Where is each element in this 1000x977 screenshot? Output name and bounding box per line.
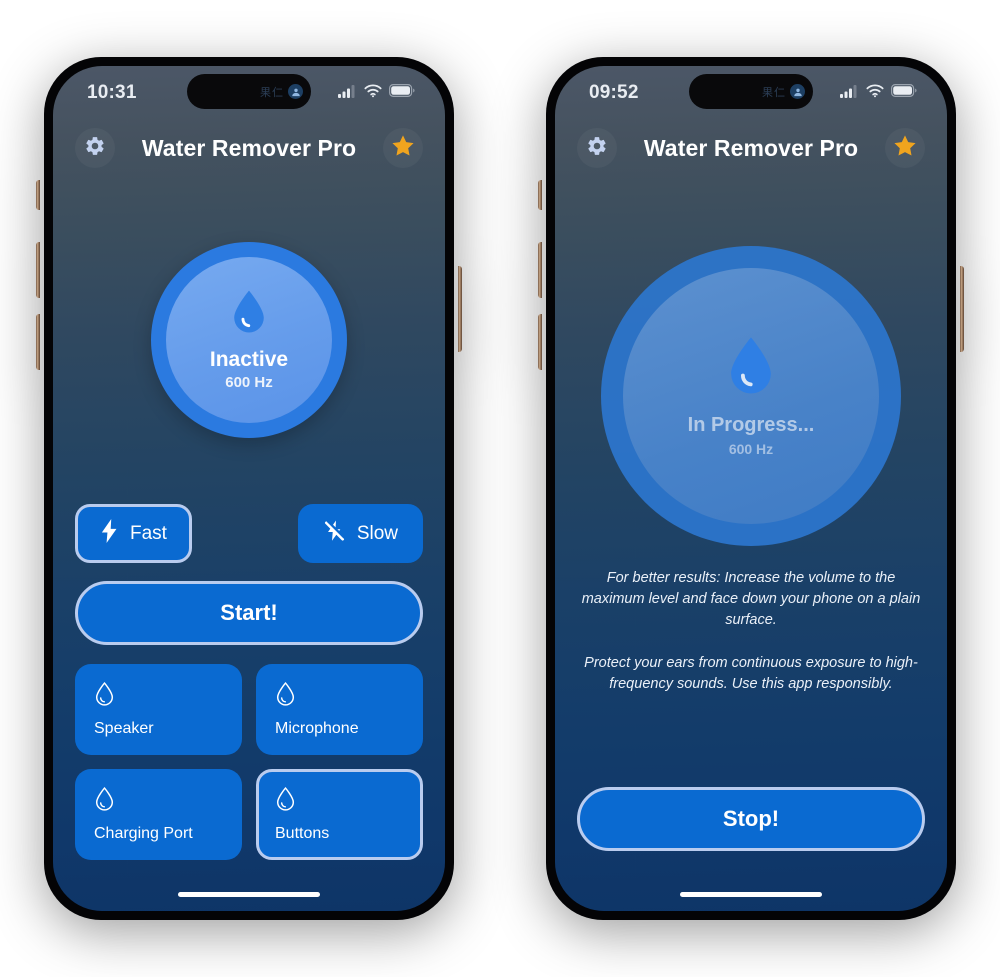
wifi-icon <box>866 84 884 103</box>
speed-selector: Fast Slow <box>75 504 423 563</box>
battery-icon <box>891 84 917 102</box>
status-bar: 09:52 果仁 <box>555 66 947 120</box>
home-indicator-area <box>53 877 445 911</box>
dial-status-label: Inactive <box>209 348 289 371</box>
star-icon <box>390 133 416 164</box>
volume-up-button[interactable] <box>538 242 542 298</box>
speed-option-fast[interactable]: Fast <box>75 504 192 563</box>
screen-idle: 10:31 果仁 Water Remover Pro Inactive 600 … <box>53 66 445 911</box>
power-button[interactable] <box>960 266 964 352</box>
dynamic-island-avatar-icon <box>790 84 805 99</box>
water-droplet-outline-icon <box>94 681 223 712</box>
star-icon <box>892 133 918 164</box>
instruction-notes: For better results: Increase the volume … <box>577 568 925 695</box>
phone-idle: 10:31 果仁 Water Remover Pro Inactive 600 … <box>36 52 462 925</box>
dial-status-label: In Progress... <box>687 414 815 436</box>
power-dial[interactable]: In Progress... 600 Hz <box>601 246 901 546</box>
start-button[interactable]: Start! <box>75 581 423 645</box>
settings-button[interactable] <box>577 128 617 168</box>
power-dial-face: In Progress... 600 Hz <box>623 268 879 524</box>
dynamic-island[interactable]: 果仁 <box>689 74 813 109</box>
screenshot-stage: 10:31 果仁 Water Remover Pro Inactive 600 … <box>0 0 1000 977</box>
silent-switch[interactable] <box>538 180 542 210</box>
power-dial[interactable]: Inactive 600 Hz <box>151 242 347 438</box>
wifi-icon <box>364 84 382 103</box>
gear-icon <box>586 135 608 162</box>
settings-button[interactable] <box>75 128 115 168</box>
start-button-label: Start! <box>220 600 278 625</box>
note-better-results: For better results: Increase the volume … <box>581 570 921 629</box>
water-droplet-icon <box>726 335 776 402</box>
volume-down-button[interactable] <box>36 314 40 370</box>
home-indicator-area <box>555 877 947 911</box>
app-header: Water Remover Pro <box>555 120 947 176</box>
bolt-icon <box>100 518 119 549</box>
app-header: Water Remover Pro <box>53 120 445 176</box>
tile-buttons-label: Buttons <box>275 825 330 842</box>
tile-microphone-label: Microphone <box>275 720 359 737</box>
tile-speaker-label: Speaker <box>94 720 154 737</box>
screen-active: 09:52 果仁 Water Remover Pro In Progress..… <box>555 66 947 911</box>
water-droplet-outline-icon <box>275 786 404 817</box>
status-indicators <box>338 84 415 103</box>
tile-buttons[interactable]: Buttons <box>256 769 423 860</box>
cellular-signal-icon <box>338 84 357 103</box>
speed-option-slow[interactable]: Slow <box>297 504 423 563</box>
speed-option-fast-label: Fast <box>130 522 167 544</box>
dial-frequency-label: 600 Hz <box>728 441 774 457</box>
tile-charging-port-label: Charging Port <box>94 825 193 842</box>
home-indicator[interactable] <box>178 891 320 897</box>
dial-frequency-label: 600 Hz <box>225 374 273 391</box>
power-button[interactable] <box>458 266 462 352</box>
status-clock: 10:31 <box>87 82 137 103</box>
bolt-slash-icon <box>323 519 346 549</box>
stop-button[interactable]: Stop! <box>577 787 925 851</box>
phone-bezel: 09:52 果仁 Water Remover Pro In Progress..… <box>546 57 956 920</box>
screen-body-idle: Inactive 600 Hz Fast Slow Start! Speaker… <box>53 176 445 877</box>
status-clock: 09:52 <box>589 82 639 103</box>
water-droplet-outline-icon <box>94 786 223 817</box>
tile-microphone[interactable]: Microphone <box>256 664 423 755</box>
status-indicators <box>840 84 917 103</box>
stop-button-label: Stop! <box>722 806 780 831</box>
speed-option-slow-label: Slow <box>356 522 398 544</box>
silent-switch[interactable] <box>36 180 40 210</box>
note-ear-safety: Protect your ears from continuous exposu… <box>584 655 918 693</box>
tile-charging-port[interactable]: Charging Port <box>75 769 242 860</box>
favorite-button[interactable] <box>383 128 423 168</box>
home-indicator[interactable] <box>680 891 822 897</box>
target-grid: Speaker Microphone Charging Port Buttons <box>75 664 423 860</box>
tile-speaker[interactable]: Speaker <box>75 664 242 755</box>
screen-body-active: In Progress... 600 Hz For better results… <box>555 176 947 877</box>
volume-up-button[interactable] <box>36 242 40 298</box>
dynamic-island-avatar-icon <box>288 84 303 99</box>
gear-icon <box>84 135 106 162</box>
dial-area: Inactive 600 Hz <box>75 176 423 438</box>
dynamic-island-label: 果仁 <box>260 86 284 99</box>
cellular-signal-icon <box>840 84 859 103</box>
water-droplet-icon <box>230 289 268 340</box>
water-droplet-outline-icon <box>275 681 404 712</box>
power-dial-face: Inactive 600 Hz <box>166 257 332 423</box>
status-bar: 10:31 果仁 <box>53 66 445 120</box>
dynamic-island[interactable]: 果仁 <box>187 74 311 109</box>
volume-down-button[interactable] <box>538 314 542 370</box>
battery-icon <box>389 84 415 102</box>
favorite-button[interactable] <box>885 128 925 168</box>
dynamic-island-label: 果仁 <box>762 86 786 99</box>
phone-bezel: 10:31 果仁 Water Remover Pro Inactive 600 … <box>44 57 454 920</box>
dial-area: In Progress... 600 Hz <box>577 176 925 546</box>
phone-active: 09:52 果仁 Water Remover Pro In Progress..… <box>538 52 964 925</box>
